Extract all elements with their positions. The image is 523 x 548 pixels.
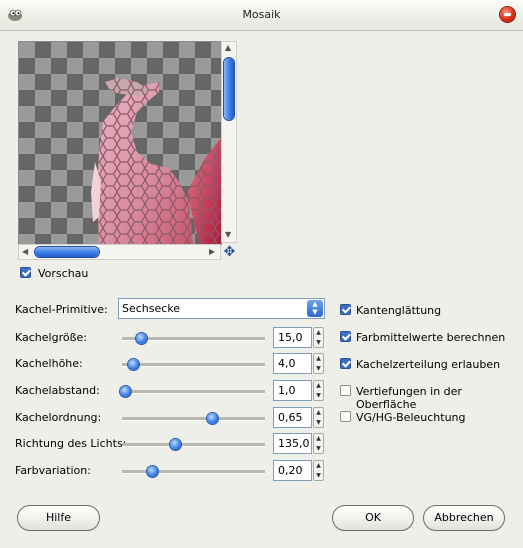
ok-button[interactable]: OK [332,505,414,531]
option-label: Kachelzerteilung erlauben [356,358,501,371]
spin-value: 135,0 [278,437,310,450]
spin-value: 0,20 [278,464,303,477]
horizontal-scroll-thumb[interactable] [35,247,99,257]
scroll-down-arrow-icon[interactable]: ▼ [225,230,231,239]
scroll-right-arrow-icon[interactable]: ▶ [209,247,215,256]
slider-knob[interactable] [119,386,131,397]
slider-track[interactable] [122,333,265,344]
spin-input[interactable]: 4,0 [273,353,312,374]
spin-value: 1,0 [278,384,296,397]
slider-track[interactable] [119,386,265,397]
option-checkbox[interactable] [340,331,351,342]
slider-label: Kachelhöhe: [15,357,83,370]
tile-primitive-label: Kachel-Primitive: [15,303,108,316]
spin-arrows-icon[interactable]: ▲ ▼ [313,353,324,374]
option-checkbox[interactable] [340,304,351,315]
spin-input[interactable]: 0,20 [273,460,312,481]
cancel-button[interactable]: Abbrechen [423,505,505,531]
tile-primitive-value: Sechsecke [122,302,181,315]
option-checkbox[interactable] [340,385,351,396]
slider-track[interactable] [122,466,265,477]
preview-vertical-scrollbar[interactable]: ▲ ▼ [221,41,237,243]
option-checkbox[interactable] [340,358,351,369]
option-label: Kantenglättung [356,304,442,317]
combo-arrows-icon[interactable]: ▲ ▼ [307,300,323,317]
slider-track[interactable] [122,439,265,450]
slider-knob[interactable] [207,413,219,424]
slider-track[interactable] [122,359,265,370]
slider-label: Kachelgröße: [15,331,87,344]
slider-knob[interactable] [135,333,147,344]
preview-canvas[interactable] [18,41,222,245]
spin-arrows-icon[interactable]: ▲ ▼ [313,460,324,481]
spin-input[interactable]: 15,0 [273,327,312,348]
option-label: Vertiefungen in der Oberfläche [356,385,462,411]
spin-arrows-icon[interactable]: ▲ ▼ [313,433,324,454]
tile-primitive-select[interactable]: Sechsecke ▲ ▼ [118,298,325,319]
spin-arrows-icon[interactable]: ▲ ▼ [313,380,324,401]
title-bar: Mosaik [0,0,523,31]
spin-arrows-icon[interactable]: ▲ ▼ [313,407,324,428]
slider-label: Kachelabstand: [15,384,100,397]
spin-arrows-icon[interactable]: ▲ ▼ [313,327,324,348]
window-title: Mosaik [242,8,281,21]
spin-value: 4,0 [278,357,296,370]
slider-track[interactable] [122,413,265,424]
slider-knob[interactable] [147,466,159,477]
spin-value: 15,0 [278,331,303,344]
preview-horizontal-scrollbar[interactable]: ◀ ▶ [18,244,221,260]
spin-input[interactable]: 1,0 [273,380,312,401]
slider-knob[interactable] [169,439,181,450]
spin-input[interactable]: 135,0 [273,433,312,454]
slider-label: Farbvariation: [15,464,91,477]
preview-checkbox-label: Vorschau [38,267,89,280]
mosaic-preview-image [91,78,221,244]
slider-label: Richtung des Lichts: [15,437,127,450]
help-button[interactable]: Hilfe [17,505,100,531]
option-label: Farbmittelwerte berechnen [356,331,506,344]
navigate-move-icon[interactable]: ✥ [222,245,237,260]
spin-input[interactable]: 0,65 [273,407,312,428]
vertical-scroll-thumb[interactable] [224,58,234,120]
option-checkbox[interactable] [340,411,351,422]
slider-label: Kachelordnung: [15,411,102,424]
option-label: VG/HG-Beleuchtung [356,411,466,424]
scroll-left-arrow-icon[interactable]: ◀ [22,247,28,256]
scroll-up-arrow-icon[interactable]: ▲ [225,43,231,52]
slider-knob[interactable] [128,359,140,370]
preview-checkbox[interactable] [20,267,31,278]
close-icon[interactable] [500,7,515,22]
spin-value: 0,65 [278,411,303,424]
